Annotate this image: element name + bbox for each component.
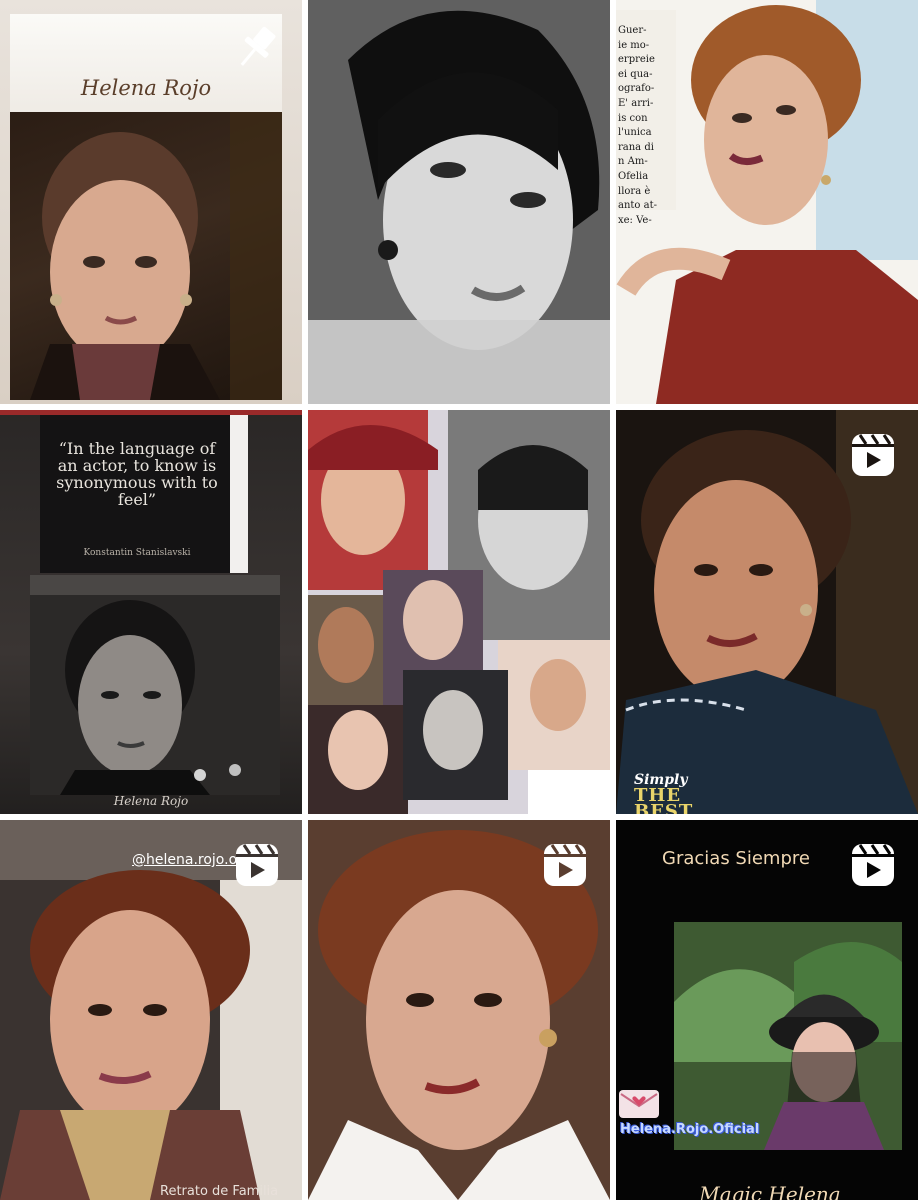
- portrait-photo: [674, 922, 902, 1150]
- collage-photo: [308, 410, 610, 814]
- quote-author: Konstantin Stanislavski: [83, 548, 191, 558]
- overlay-text: Simply THE BEST: [634, 772, 744, 814]
- reel-icon: [234, 842, 280, 888]
- quote-card-edge: [230, 415, 248, 573]
- reel-icon: [850, 842, 896, 888]
- title-text: Gracias Siempre: [662, 848, 810, 869]
- grid-tile-9[interactable]: Gracias Siempre Helena.Rojo.Oficial Magi…: [616, 820, 918, 1200]
- handle-text: Helena.Rojo.Oficial: [620, 1122, 760, 1137]
- portrait-photo: [10, 112, 282, 400]
- grid-tile-1[interactable]: Helena Rojo: [0, 0, 302, 404]
- grid-tile-3[interactable]: Guer- ie mo- erpreie ei qua- ografo- E' …: [616, 0, 918, 404]
- portrait-photo: [308, 0, 610, 404]
- reel-icon: [850, 432, 896, 478]
- caption-text: Retrato de Familia: [160, 1184, 279, 1199]
- portrait-photo: [30, 575, 280, 795]
- grid-tile-8[interactable]: [308, 820, 610, 1200]
- grid-tile-5[interactable]: [308, 410, 610, 814]
- reel-icon: [542, 842, 588, 888]
- grid-tile-7[interactable]: @helena.rojo.oficial Retrato de Familia: [0, 820, 302, 1200]
- envelope-icon: [619, 1090, 659, 1118]
- quote-text: “In the language of an actor, to know is…: [56, 439, 218, 509]
- grid-tile-4[interactable]: “In the language of an actor, to know is…: [0, 410, 302, 814]
- overlay-line-2: THE BEST: [634, 785, 694, 815]
- magazine-text: Guer- ie mo- erpreie ei qua- ografo- E' …: [618, 25, 657, 226]
- signature-text: Helena Rojo: [113, 794, 189, 808]
- pin-icon: [228, 20, 284, 76]
- footer-text: Magic Helena: [699, 1182, 841, 1200]
- grid-tile-2[interactable]: [308, 0, 610, 404]
- grid-tile-6[interactable]: Simply THE BEST: [616, 410, 918, 814]
- name-label: Helena Rojo: [80, 76, 212, 100]
